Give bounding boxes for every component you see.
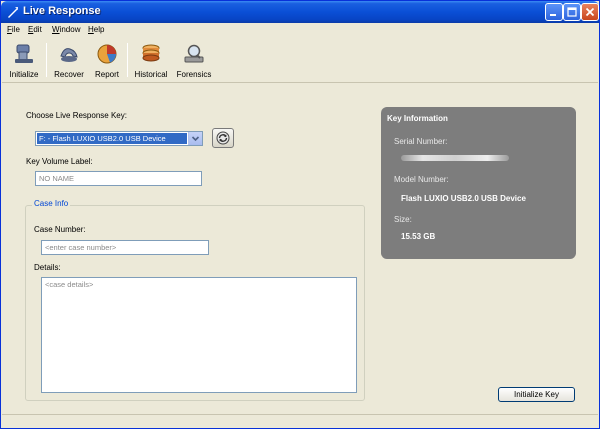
chevron-down-icon xyxy=(191,136,200,142)
menu-bar: File Edit Window Help xyxy=(2,23,598,37)
key-volume-label-label: Key Volume Label: xyxy=(26,157,93,166)
app-logo-icon xyxy=(8,7,18,18)
historical-tool-button[interactable]: Historical xyxy=(131,41,171,81)
menu-help[interactable]: Help xyxy=(88,25,104,34)
refresh-icon xyxy=(216,131,230,145)
initialize-key-button[interactable]: Initialize Key xyxy=(498,387,575,402)
key-information-title: Key Information xyxy=(387,114,448,123)
status-bar xyxy=(2,414,598,428)
minimize-button[interactable] xyxy=(545,3,563,21)
minimize-icon xyxy=(550,14,556,16)
menu-edit[interactable]: Edit xyxy=(28,25,42,34)
recover-tool-label: Recover xyxy=(54,70,84,79)
case-info-title: Case Info xyxy=(32,199,71,208)
initialize-tool-label: Initialize xyxy=(9,70,39,79)
close-button[interactable] xyxy=(581,3,599,21)
case-number-input[interactable]: <enter case number> xyxy=(41,240,209,255)
recover-icon xyxy=(60,48,78,62)
title-bar[interactable]: Live Response xyxy=(1,1,599,23)
case-details-textarea[interactable]: <case details> xyxy=(41,277,357,393)
menu-window[interactable]: Window xyxy=(52,25,80,34)
maximize-icon xyxy=(567,7,577,17)
size-label: Size: xyxy=(394,215,412,224)
toolbar-separator xyxy=(127,43,128,77)
selected-key-value: F: - Flash LUXIO USB2.0 USB Device xyxy=(36,132,188,145)
close-icon xyxy=(585,7,595,17)
serial-number-redacted xyxy=(401,155,509,161)
toolbar: Initialize Recover Report Historical For… xyxy=(2,37,598,83)
menu-file[interactable]: File xyxy=(7,25,20,34)
model-number-label: Model Number: xyxy=(394,175,449,184)
case-number-label: Case Number: xyxy=(34,225,86,234)
size-value: 15.53 GB xyxy=(401,232,436,241)
usb-key-icon xyxy=(15,44,33,63)
report-tool-button[interactable]: Report xyxy=(90,41,124,81)
initialize-tool-button[interactable]: Initialize xyxy=(6,41,42,81)
toolbar-separator xyxy=(46,43,47,77)
forensics-magnifier-icon xyxy=(184,44,204,63)
maximize-button[interactable] xyxy=(563,3,581,21)
refresh-keys-button[interactable] xyxy=(212,128,234,148)
key-information-panel: Key Information Serial Number: Model Num… xyxy=(381,107,576,259)
report-tool-label: Report xyxy=(94,70,119,79)
serial-number-label: Serial Number: xyxy=(394,137,448,146)
live-response-key-select[interactable]: F: - Flash LUXIO USB2.0 USB Device xyxy=(35,131,203,146)
choose-key-label: Choose Live Response Key: xyxy=(26,111,127,120)
model-number-value: Flash LUXIO USB2.0 USB Device xyxy=(401,194,526,203)
historical-tool-label: Historical xyxy=(134,70,168,79)
forensics-tool-button[interactable]: Forensics xyxy=(174,41,214,81)
dropdown-arrow[interactable] xyxy=(188,132,202,145)
report-pie-icon xyxy=(97,44,117,64)
details-label: Details: xyxy=(34,263,61,272)
app-window: Live Response File Edit Window Help Init… xyxy=(0,0,600,429)
forensics-tool-label: Forensics xyxy=(176,70,212,79)
recover-tool-button[interactable]: Recover xyxy=(50,41,88,81)
window-title: Live Response xyxy=(23,5,101,17)
key-volume-label-input[interactable]: NO NAME xyxy=(35,171,202,186)
database-stack-icon xyxy=(142,44,160,62)
